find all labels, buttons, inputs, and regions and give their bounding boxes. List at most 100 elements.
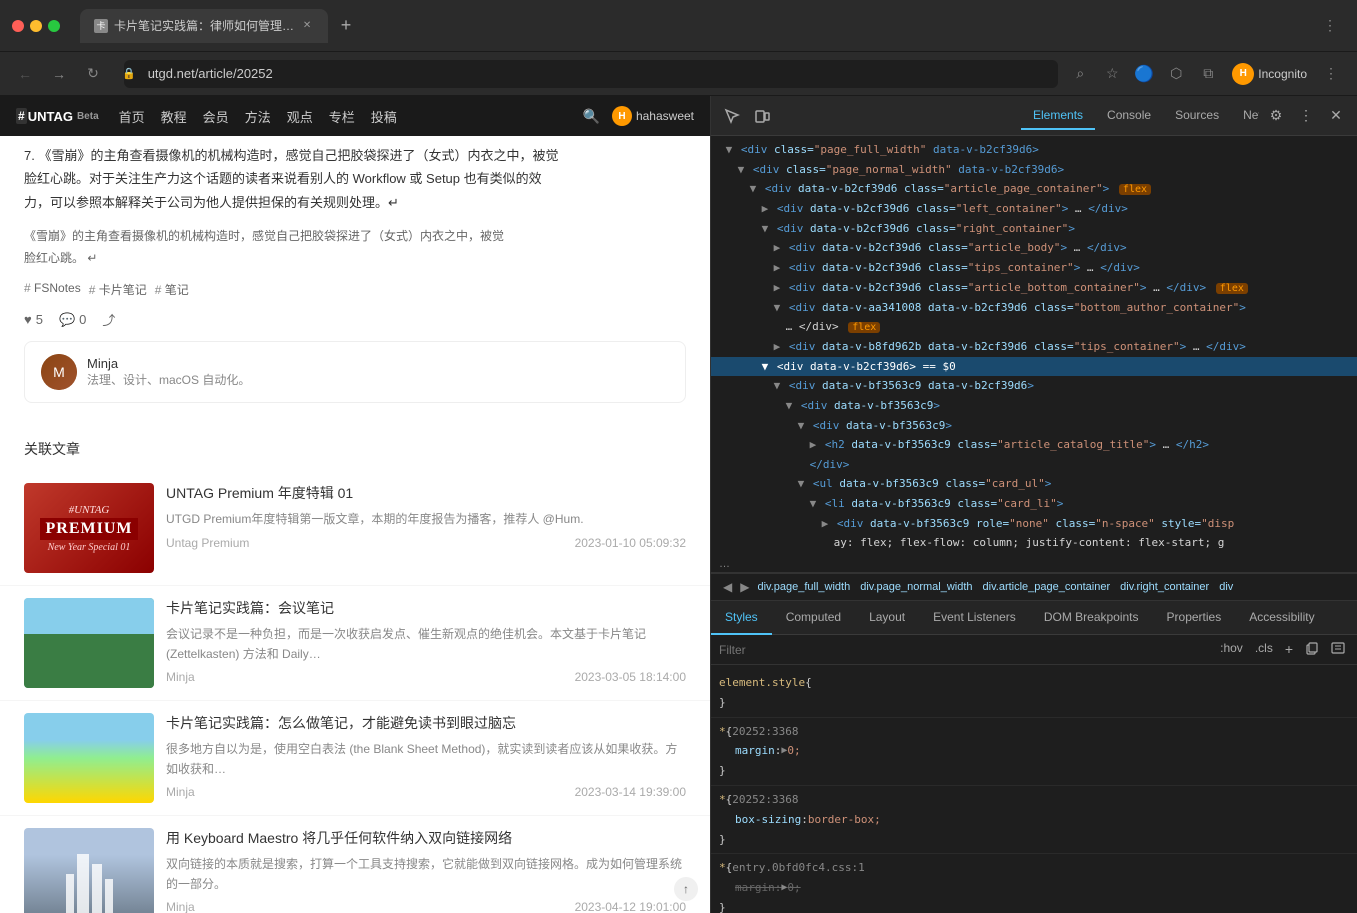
dom-line-19[interactable]: ▼ <li data-v-bf3563c9 class="card_li"> <box>711 494 1357 514</box>
tab-console[interactable]: Console <box>1095 102 1163 130</box>
extension-icon-2[interactable]: ⬡ <box>1162 60 1190 88</box>
breadcrumb-forward[interactable]: ▶ <box>736 578 753 596</box>
dom-line-8[interactable]: ▶ <div data-v-b2cf39d6 class="article_bo… <box>711 278 1357 298</box>
dom-line-21[interactable]: ay: flex; flex-flow: column; justify-con… <box>711 533 1357 553</box>
styles-content[interactable]: element.style { } * { 20252:3368 margin … <box>711 665 1357 913</box>
style-tab-accessibility[interactable]: Accessibility <box>1235 601 1328 635</box>
tab-sources[interactable]: Sources <box>1163 102 1231 130</box>
flex-badge-1[interactable]: flex <box>1119 184 1151 195</box>
style-prop-margin-st[interactable]: margin <box>719 878 775 898</box>
nav-opinion[interactable]: 观点 <box>287 107 313 126</box>
search-icon[interactable]: ⌕ <box>1066 60 1094 88</box>
filter-copy-button[interactable] <box>1301 639 1323 660</box>
nav-column[interactable]: 专栏 <box>329 107 355 126</box>
dom-line-16[interactable]: ▶ <h2 data-v-bf3563c9 class="article_cat… <box>711 435 1357 455</box>
style-tab-properties[interactable]: Properties <box>1153 601 1236 635</box>
dom-tree[interactable]: ▼ <div class="page_full_width" data-v-b2… <box>711 136 1357 556</box>
style-filter-input[interactable] <box>719 643 1210 657</box>
related-item-1[interactable]: #UNTAG PREMIUM New Year Special 01 UNTAG… <box>0 471 710 586</box>
minimize-button[interactable] <box>30 20 42 32</box>
forward-button[interactable]: → <box>46 61 72 87</box>
back-button[interactable]: ← <box>12 61 38 87</box>
dom-line-1[interactable]: ▼ <div class="page_full_width" data-v-b2… <box>711 140 1357 160</box>
devtools-close-button[interactable]: ✕ <box>1323 103 1349 129</box>
style-tab-dom-breakpoints[interactable]: DOM Breakpoints <box>1030 601 1153 635</box>
dom-line-13[interactable]: ▼ <div data-v-bf3563c9 data-v-b2cf39d6> <box>711 376 1357 396</box>
close-button[interactable] <box>12 20 24 32</box>
user-area[interactable]: H hahasweet <box>612 106 694 126</box>
bookmark-icon[interactable]: ☆ <box>1098 60 1126 88</box>
browser-more-button[interactable]: ⋮ <box>1317 60 1345 88</box>
dom-line-2[interactable]: ▼ <div class="page_normal_width" data-v-… <box>711 160 1357 180</box>
active-tab[interactable]: 卡 卡片笔记实践篇：律师如何管理… ✕ <box>80 9 328 43</box>
tab-close-button[interactable]: ✕ <box>300 19 314 33</box>
breadcrumb-right-container[interactable]: div.right_container <box>1116 579 1213 595</box>
fullscreen-button[interactable] <box>48 20 60 32</box>
profile-button[interactable]: H Incognito <box>1226 60 1313 88</box>
breadcrumb-page-normal-width[interactable]: div.page_normal_width <box>856 579 976 595</box>
site-search-icon[interactable]: 🔍 <box>583 108 600 125</box>
style-tab-styles[interactable]: Styles <box>711 601 772 635</box>
style-tab-computed[interactable]: Computed <box>772 601 855 635</box>
nav-home[interactable]: 首页 <box>119 107 145 126</box>
sidebar-icon[interactable]: ⧉ <box>1194 60 1222 88</box>
nav-submit[interactable]: 投稿 <box>371 107 397 126</box>
nav-method[interactable]: 方法 <box>245 107 271 126</box>
comment-action[interactable]: 💬 0 <box>59 312 86 328</box>
style-prop-margin-1[interactable]: margin <box>719 741 775 761</box>
related-item-4[interactable]: 用 Keyboard Maestro 将几乎任何软件纳入双向链接网络 双向链接的… <box>0 816 710 913</box>
share-action[interactable]: ⤴ <box>102 310 115 329</box>
dom-line-6[interactable]: ▶ <div data-v-b2cf39d6 class="article_bo… <box>711 238 1357 258</box>
device-toolbar-button[interactable] <box>749 103 775 129</box>
related-thumb-1: #UNTAG PREMIUM New Year Special 01 <box>24 483 154 573</box>
scroll-to-top[interactable]: ↑ <box>674 877 698 901</box>
breadcrumb-page-full-width[interactable]: div.page_full_width <box>753 579 854 595</box>
devtools-more-button[interactable]: ⋮ <box>1293 103 1319 129</box>
dom-line-18[interactable]: ▼ <ul data-v-bf3563c9 class="card_ul"> <box>711 474 1357 494</box>
breadcrumb-div[interactable]: div <box>1215 579 1237 595</box>
reload-button[interactable]: ↻ <box>80 61 106 87</box>
devtools-settings-button[interactable]: ⚙ <box>1263 103 1289 129</box>
nav-member[interactable]: 会员 <box>203 107 229 126</box>
filter-cls-button[interactable]: .cls <box>1251 639 1277 660</box>
flex-badge-2[interactable]: flex <box>1216 283 1248 294</box>
url-input[interactable] <box>124 60 1059 88</box>
tag-notes[interactable]: 笔记 <box>155 281 189 298</box>
dom-line-4[interactable]: ▶ <div data-v-b2cf39d6 class="left_conta… <box>711 199 1357 219</box>
style-prop-boxsizing[interactable]: box-sizing <box>719 810 801 830</box>
author-desc: 法理、设计、macOS 自动化。 <box>87 371 250 388</box>
breadcrumb-back[interactable]: ◀ <box>719 578 736 596</box>
extension-icon-1[interactable]: 🔵 <box>1130 60 1158 88</box>
tag-fsnotes[interactable]: FSNotes <box>24 281 81 298</box>
style-tab-event-listeners[interactable]: Event Listeners <box>919 601 1030 635</box>
filter-toggle-button[interactable] <box>1327 639 1349 660</box>
flex-badge-3[interactable]: flex <box>848 322 880 333</box>
breadcrumb-article-page-container[interactable]: div.article_page_container <box>979 579 1115 595</box>
related-item-2[interactable]: 卡片笔记实践篇：会议笔记 会议记录不是一种负担，而是一次收获启发点、催生新观点的… <box>0 586 710 701</box>
dom-line-9[interactable]: ▼ <div data-v-aa341008 data-v-b2cf39d6 c… <box>711 298 1357 318</box>
new-tab-button[interactable]: + <box>332 12 360 40</box>
nav-tutorial[interactable]: 教程 <box>161 107 187 126</box>
dom-line-selected[interactable]: ▼ <div data-v-b2cf39d6> == $0 <box>711 357 1357 377</box>
dom-line-20[interactable]: ▶ <div data-v-bf3563c9 role="none" class… <box>711 514 1357 534</box>
site-logo[interactable]: # UNTAG Beta <box>16 108 99 124</box>
window-more[interactable]: ⋮ <box>1323 17 1345 34</box>
filter-hov-button[interactable]: :hov <box>1216 639 1247 660</box>
like-action[interactable]: ♥ 5 <box>24 312 43 327</box>
dom-line-11[interactable]: ▶ <div data-v-b8fd962b data-v-b2cf39d6 c… <box>711 337 1357 357</box>
inspect-element-button[interactable] <box>719 103 745 129</box>
dom-line-5[interactable]: ▼ <div data-v-b2cf39d6 class="right_cont… <box>711 219 1357 239</box>
tab-network[interactable]: Network <box>1231 102 1259 130</box>
author-card[interactable]: M Minja 法理、设计、macOS 自动化。 <box>24 341 686 403</box>
style-tab-layout[interactable]: Layout <box>855 601 919 635</box>
dom-line-10[interactable]: … </div> flex <box>711 317 1357 337</box>
filter-add-button[interactable]: + <box>1281 639 1297 660</box>
tab-elements[interactable]: Elements <box>1021 102 1095 130</box>
dom-line-7[interactable]: ▶ <div data-v-b2cf39d6 class="tips_conta… <box>711 258 1357 278</box>
dom-line-3[interactable]: ▼ <div data-v-b2cf39d6 class="article_pa… <box>711 179 1357 199</box>
dom-line-14[interactable]: ▼ <div data-v-bf3563c9> <box>711 396 1357 416</box>
related-item-3[interactable]: 卡片笔记实践篇：怎么做笔记，才能避免读书到眼过脑忘 很多地方自以为是，使用空白表… <box>0 701 710 816</box>
tag-cardnotes[interactable]: 卡片笔记 <box>89 281 147 298</box>
dom-line-17[interactable]: </div> <box>711 455 1357 475</box>
dom-line-15[interactable]: ▼ <div data-v-bf3563c9> <box>711 416 1357 436</box>
